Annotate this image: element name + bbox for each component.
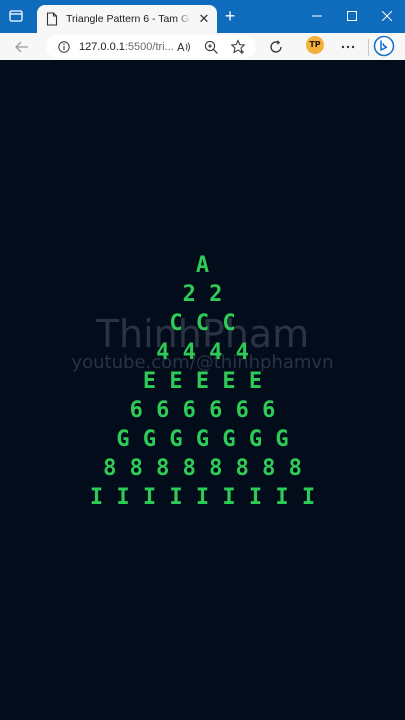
maximize-icon — [347, 11, 357, 21]
triangle-pattern: A 2 2 C C C 4 4 4 4 E E E E E 6 6 6 6 6 6 G G … — [0, 60, 405, 720]
extensions-icon[interactable] — [268, 39, 284, 55]
pattern-row: A — [195, 253, 210, 278]
site-info-icon[interactable] — [58, 40, 70, 53]
url-host: 127.0.0.1 — [79, 40, 125, 53]
favorite-star-icon[interactable] — [230, 39, 246, 55]
pattern-row: 4 4 4 4 — [156, 340, 249, 365]
pattern-row: 8 8 8 8 8 8 8 8 — [103, 456, 302, 481]
back-arrow-icon[interactable] — [12, 37, 32, 57]
url-path: :5500/tri... — [124, 40, 174, 53]
bing-copilot-icon[interactable] — [373, 35, 395, 57]
read-aloud-icon[interactable]: A — [176, 39, 192, 55]
pattern-row: C C C — [169, 311, 236, 336]
maximize-button[interactable] — [341, 6, 363, 26]
pattern-row: I I I I I I I I I — [89, 485, 316, 510]
pattern-row: 2 2 — [182, 282, 223, 307]
browser-tab[interactable]: Triangle Pattern 6 - Tam Giác Các ✕ — [37, 5, 217, 33]
page-icon — [46, 12, 58, 26]
minimize-icon — [312, 15, 322, 17]
svg-text:A: A — [177, 41, 185, 54]
close-tab-icon[interactable]: ✕ — [197, 12, 211, 26]
address-bar[interactable]: 127.0.0.1:5500/tri... — [46, 35, 256, 58]
pattern-row: E E E E E — [142, 369, 263, 394]
pattern-row: G G G G G G G — [116, 427, 289, 452]
toolbar-divider — [368, 39, 369, 56]
zoom-icon[interactable] — [203, 39, 219, 55]
tab-title: Triangle Pattern 6 - Tam Giác Các — [66, 13, 191, 25]
pattern-row: 6 6 6 6 6 6 — [129, 398, 276, 423]
close-icon — [382, 11, 392, 21]
close-window-button[interactable] — [376, 6, 398, 26]
browser-toolbar: 127.0.0.1:5500/tri... A TP — [0, 33, 405, 60]
title-bar: Triangle Pattern 6 - Tam Giác Các ✕ + — [0, 0, 405, 33]
more-menu-icon[interactable] — [340, 39, 356, 55]
minimize-button[interactable] — [306, 6, 328, 26]
page-content: ThinhPham youtube.com/@thinhphamvn A2 2C… — [0, 60, 405, 720]
window-menu-icon[interactable] — [9, 9, 23, 23]
new-tab-button[interactable]: + — [222, 7, 238, 25]
profile-avatar[interactable]: TP — [306, 36, 324, 54]
